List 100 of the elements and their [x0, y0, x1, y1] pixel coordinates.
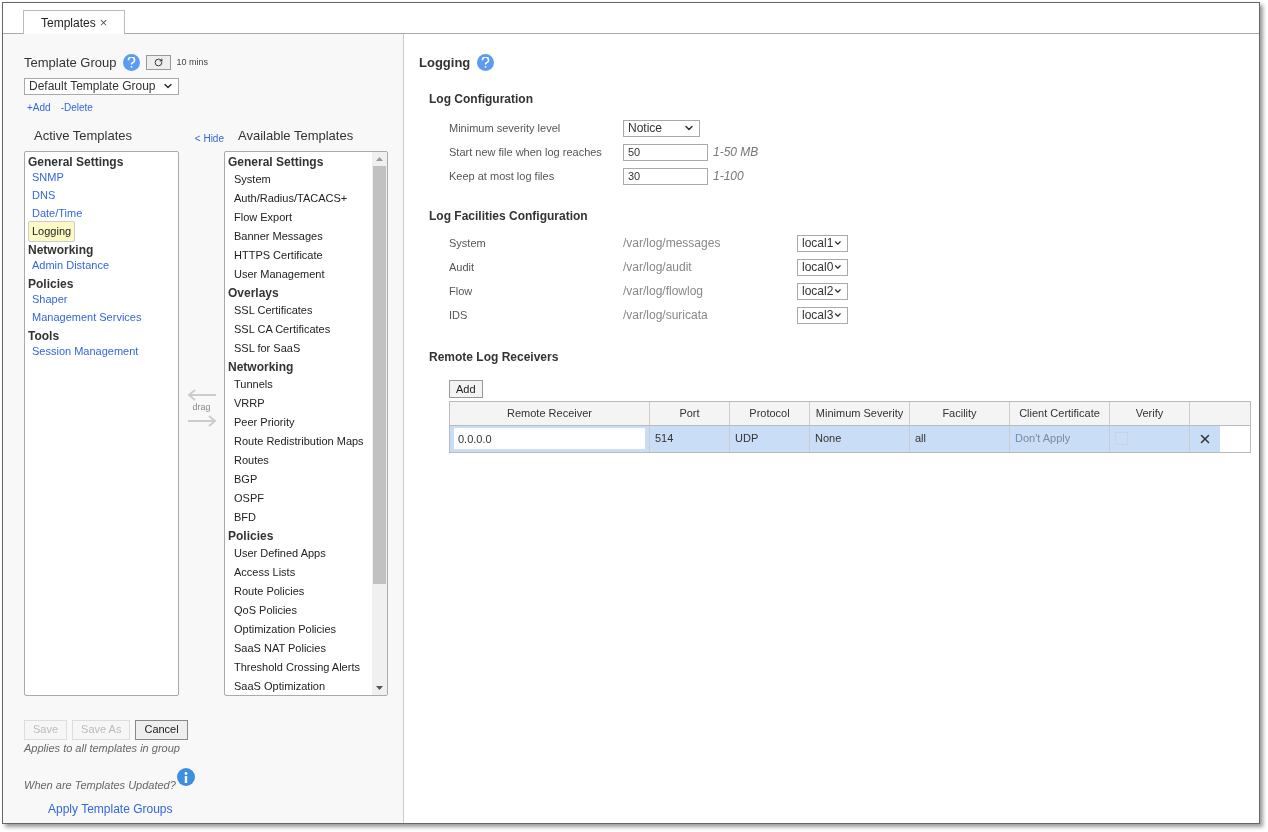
- refresh-button[interactable]: [145, 55, 171, 71]
- log-path: /var/log/suricata: [623, 307, 709, 324]
- template-item[interactable]: Flow Export: [234, 208, 293, 226]
- column-header: Remote Receiver: [450, 401, 650, 425]
- template-item[interactable]: Banner Messages: [234, 227, 323, 245]
- category-label: Overlays: [228, 284, 280, 301]
- table-cell-text: 514: [655, 431, 674, 447]
- template-item[interactable]: Access Lists: [234, 563, 296, 581]
- number-field[interactable]: 50: [623, 143, 708, 161]
- template-item[interactable]: BGP: [234, 470, 258, 488]
- log-path: /var/log/messages: [623, 235, 722, 252]
- add-button[interactable]: Add: [449, 379, 483, 398]
- facility-name: Audit: [449, 259, 476, 275]
- template-item[interactable]: OSPF: [234, 489, 264, 507]
- hide-link[interactable]: < Hide: [179, 130, 224, 146]
- facility-select[interactable]: local2: [797, 282, 848, 300]
- facility-name: IDS: [449, 307, 469, 323]
- drag-hint: drag: [185, 389, 218, 427]
- table-cell-text: UDP: [735, 431, 759, 447]
- facility-select[interactable]: local1: [797, 234, 848, 252]
- template-item[interactable]: Auth/Radius/TACACS+: [234, 189, 348, 207]
- category-label: Networking: [28, 241, 95, 257]
- log-path: /var/log/audit: [623, 259, 693, 276]
- field-hint: 1-100: [713, 168, 744, 185]
- template-item[interactable]: Shaper: [29, 291, 71, 308]
- template-item[interactable]: SaaS Optimization: [234, 677, 326, 695]
- template-item[interactable]: Threshold Crossing Alerts: [234, 658, 360, 676]
- facility-select[interactable]: local3: [797, 306, 848, 324]
- category-label: General Settings: [28, 153, 125, 169]
- template-item[interactable]: Peer Priority: [234, 413, 295, 431]
- arrow-left-icon: [185, 389, 218, 402]
- field-label: Keep at most log files: [449, 168, 556, 184]
- facility-name: Flow: [449, 283, 474, 299]
- subsection-title: Log Facilities Configuration: [429, 207, 589, 225]
- info-icon[interactable]: [176, 768, 195, 786]
- column-header: Facility: [910, 401, 1010, 425]
- template-item[interactable]: VRRP: [234, 394, 265, 412]
- subsection-title: Log Configuration: [429, 90, 534, 108]
- update-question: When are Templates Updated?: [24, 778, 176, 793]
- template-item[interactable]: HTTPS Certificate: [234, 246, 323, 264]
- facility-name: System: [449, 235, 487, 251]
- section-title: Logging: [419, 54, 471, 72]
- template-item[interactable]: SNMP: [29, 169, 67, 186]
- template-group-select[interactable]: Default Template Group: [24, 77, 179, 95]
- field-hint: 1-50 MB: [713, 144, 759, 161]
- active-templates-title: Active Templates: [33, 127, 134, 145]
- apply-template-groups-link[interactable]: Apply Template Groups: [48, 799, 173, 818]
- template-item[interactable]: System: [234, 170, 271, 188]
- close-icon[interactable]: ×: [99, 12, 108, 33]
- scrollbar[interactable]: [372, 151, 387, 695]
- template-item[interactable]: SaaS NAT Policies: [234, 639, 326, 657]
- template-item[interactable]: Admin Distance: [29, 257, 113, 274]
- facility-select[interactable]: local0: [797, 258, 848, 276]
- field-label: Minimum severity level: [449, 120, 562, 136]
- receiver-field[interactable]: 0.0.0.0: [454, 428, 645, 449]
- available-templates-title: Available Templates: [238, 127, 354, 145]
- column-header: Client Certificate: [1010, 401, 1110, 425]
- category-label: Policies: [28, 275, 75, 291]
- help-icon[interactable]: [122, 54, 140, 72]
- severity-select[interactable]: Notice: [623, 119, 700, 137]
- template-item[interactable]: Session Management: [29, 343, 142, 360]
- template-item[interactable]: BFD: [234, 508, 256, 526]
- column-header: Minimum Severity: [810, 401, 910, 425]
- group-link[interactable]: +Add: [27, 99, 51, 115]
- column-header: Protocol: [730, 401, 810, 425]
- table-cell-text: all: [915, 431, 926, 447]
- template-item[interactable]: User Management: [234, 265, 325, 283]
- template-item[interactable]: QoS Policies: [234, 601, 297, 619]
- column-header: Port: [650, 401, 730, 425]
- arrow-right-icon: [185, 414, 218, 427]
- help-icon[interactable]: [477, 54, 495, 72]
- template-item[interactable]: Route Policies: [234, 582, 305, 600]
- log-path: /var/log/flowlog: [623, 283, 705, 300]
- template-item[interactable]: SSL for SaaS: [234, 339, 301, 357]
- template-item[interactable]: Tunnels: [234, 375, 273, 393]
- number-field[interactable]: 30: [623, 167, 708, 185]
- category-label: Tools: [28, 327, 61, 343]
- template-item[interactable]: SSL CA Certificates: [234, 320, 331, 338]
- template-item[interactable]: DNS: [29, 187, 59, 204]
- template-item[interactable]: Logging: [28, 221, 76, 242]
- group-link[interactable]: -Delete: [60, 99, 93, 115]
- category-label: Policies: [228, 527, 275, 544]
- category-label: Networking: [228, 358, 295, 375]
- field-label: Start new file when log reaches: [449, 144, 603, 160]
- table-cell-text: None: [815, 431, 842, 447]
- refresh-icon: [153, 58, 163, 68]
- template-item[interactable]: User Defined Apps: [234, 544, 326, 562]
- template-item[interactable]: Date/Time: [29, 205, 86, 222]
- template-item[interactable]: Optimization Policies: [234, 620, 337, 638]
- group-note: Applies to all templates in group: [24, 740, 181, 756]
- column-header: Verify: [1110, 401, 1190, 425]
- category-label: General Settings: [228, 153, 325, 170]
- subsection-title: Remote Log Receivers: [429, 348, 560, 366]
- template-item[interactable]: Management Services: [29, 309, 145, 326]
- template-item[interactable]: Route Redistribution Maps: [234, 432, 364, 450]
- templates-tab[interactable]: Templates ×: [23, 10, 126, 34]
- panel-title: Template Group: [24, 54, 117, 72]
- template-item[interactable]: Routes: [234, 451, 269, 469]
- template-item[interactable]: SSL Certificates: [234, 301, 313, 319]
- form-button[interactable]: Cancel: [135, 719, 188, 740]
